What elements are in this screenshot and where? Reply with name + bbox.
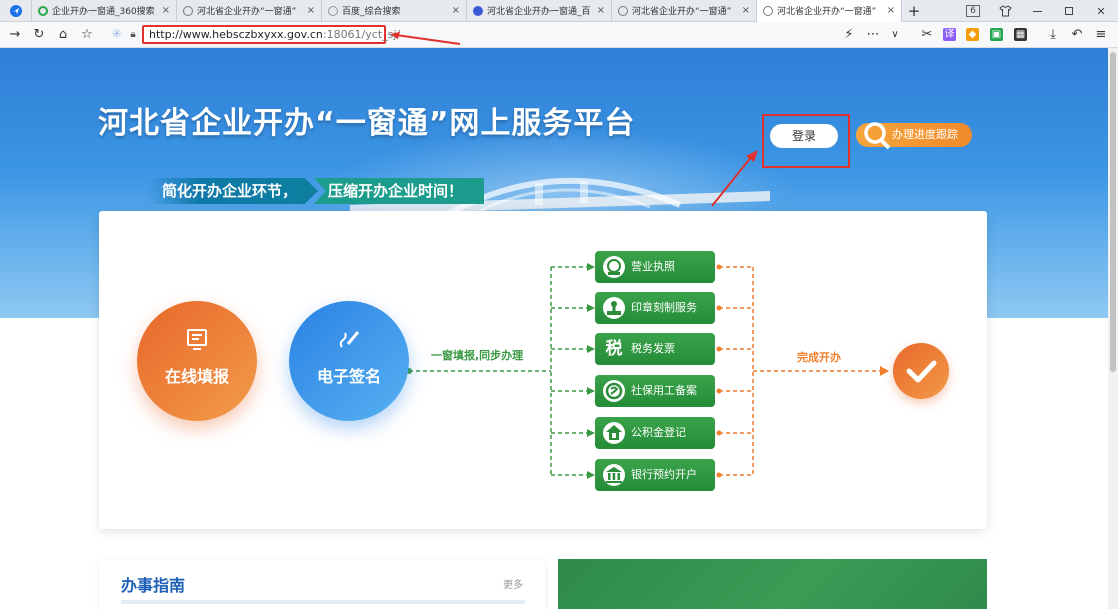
undo-icon[interactable]: ↶ — [1068, 26, 1086, 44]
restore-icon[interactable] — [1056, 0, 1082, 22]
forward-icon[interactable]: → — [6, 26, 24, 44]
service-housing-fund[interactable]: 公积金登记 — [595, 417, 715, 449]
close-window-icon[interactable]: ✕ — [1088, 0, 1114, 22]
service-label: 税务发票 — [631, 342, 675, 355]
apps-grid-icon[interactable]: ▦ — [1014, 28, 1027, 41]
guide-title: 办事指南 — [121, 576, 186, 595]
wechat-icon[interactable]: ▣ — [990, 28, 1003, 41]
service-label: 公积金登记 — [631, 426, 686, 439]
web-page: 河北省企业开办“一窗通”网上服务平台 简化开办企业环节， 压缩开办企业时间！ 登… — [0, 48, 1108, 609]
fox-icon[interactable]: ◆ — [966, 28, 979, 41]
service-label: 社保用工备案 — [631, 384, 697, 397]
connector-label: 一窗填报,同步办理 — [431, 349, 524, 362]
tab-label: 河北省企业开办“一窗通” — [632, 7, 732, 17]
step-online-filing-label: 在线填报 — [164, 367, 229, 386]
tab-1[interactable]: 企业开办一窗通_360搜索 × — [32, 0, 177, 22]
magnifier-icon — [864, 122, 891, 150]
tab-4[interactable]: 河北省企业开办一窗通_百 × — [467, 0, 612, 22]
url-field[interactable]: http://www.hebsczbxyxx.gov.cn:18061/yct_… — [142, 25, 400, 44]
tab-close-icon[interactable]: × — [883, 5, 895, 16]
page-scrollbar[interactable] — [1108, 48, 1118, 609]
service-label: 银行预约开户 — [631, 468, 697, 481]
service-bank-account[interactable]: 银行预约开户 — [595, 459, 715, 491]
tab-close-icon[interactable]: × — [448, 5, 460, 16]
new-tab-button[interactable]: + — [902, 2, 926, 20]
translate-icon[interactable]: 译 — [943, 28, 956, 41]
browser-logo-icon[interactable] — [0, 0, 32, 22]
minimize-icon[interactable] — [1024, 0, 1050, 22]
tab-close-icon[interactable]: × — [158, 5, 170, 16]
scrollbar-thumb[interactable] — [1110, 52, 1116, 372]
tab-label: 河北省企业开办“一窗通” — [197, 7, 297, 17]
skin-icon[interactable] — [992, 0, 1018, 22]
tab-label: 企业开办一窗通_360搜索 — [52, 7, 155, 17]
service-social-security[interactable]: 社保用工备案 — [595, 375, 715, 407]
complete-label: 完成开办 — [797, 351, 841, 364]
tab-5[interactable]: 河北省企业开办“一窗通” × — [612, 0, 757, 22]
tab-6-active[interactable]: 河北省企业开办“一窗通” × — [757, 0, 902, 22]
tab-close-icon[interactable]: × — [738, 5, 750, 16]
login-button[interactable]: 登录 — [770, 124, 838, 148]
baidu-icon — [473, 5, 483, 16]
service-tax-invoice[interactable]: 税 税务发票 — [595, 333, 715, 365]
form-icon — [187, 329, 207, 350]
guide-more-link[interactable]: 更多 — [503, 576, 523, 591]
tab-close-icon[interactable]: × — [303, 5, 315, 16]
annotation-arrow-url — [390, 32, 461, 45]
service-guide-panel: 办事指南 更多 — [99, 559, 545, 609]
scissors-icon[interactable]: ✂ — [918, 26, 936, 44]
green-feature-panel[interactable] — [558, 559, 987, 609]
step-online-filing[interactable]: 在线填报 — [137, 301, 257, 421]
tax-icon: 税 — [605, 339, 623, 359]
site-title: 河北省企业开办“一窗通”网上服务平台 — [98, 106, 636, 141]
favorites-icon[interactable]: ☆ — [78, 26, 96, 44]
home-icon[interactable]: ⌂ — [54, 26, 72, 44]
chevron-down-icon[interactable]: ∨ — [886, 26, 904, 44]
tab-label: 百度_综合搜索 — [342, 7, 401, 17]
service-seal-engraving[interactable]: 印章刻制服务 — [595, 292, 715, 324]
address-bar: → ↻ ⌂ ☆ ✳ 🔒︎ http://www.hebsczbxyxx.gov.… — [0, 22, 1118, 48]
service-label: 印章刻制服务 — [631, 301, 697, 314]
service-label: 营业执照 — [631, 260, 675, 273]
speed-icon[interactable]: ⚡︎ — [840, 26, 858, 44]
tab-2[interactable]: 河北省企业开办“一窗通” × — [177, 0, 322, 22]
step-e-signature[interactable]: 电子签名 — [289, 301, 409, 421]
signature-pen-icon — [339, 331, 360, 348]
complete-check-icon — [893, 343, 949, 399]
tab-count-badge[interactable]: 6 — [960, 0, 986, 22]
social-security-icon — [603, 380, 625, 402]
lock-icon[interactable]: 🔒︎ — [124, 26, 142, 44]
menu-icon[interactable]: ≡ — [1092, 26, 1110, 44]
more-icon[interactable]: ⋯ — [864, 26, 882, 44]
tab-label: 河北省企业开办“一窗通” — [777, 7, 877, 17]
tab-label: 河北省企业开办一窗通_百 — [487, 7, 591, 17]
download-icon[interactable]: ⤓ — [1044, 26, 1062, 44]
search-icon — [328, 5, 338, 16]
search-360-icon — [38, 5, 48, 16]
slogan-compress: 压缩开办企业时间！ — [314, 178, 484, 204]
slogan-simplify: 简化开办企业环节， — [148, 178, 318, 204]
tab-bar: 企业开办一窗通_360搜索 × 河北省企业开办“一窗通” × 百度_综合搜索 ×… — [0, 0, 1118, 22]
globe-icon — [763, 5, 773, 16]
guide-divider — [121, 600, 525, 604]
refresh-icon[interactable]: ↻ — [30, 26, 48, 44]
tab-count: 6 — [966, 5, 980, 17]
annotation-arrow-login — [711, 150, 758, 207]
service-business-license[interactable]: 营业执照 — [595, 251, 715, 283]
tab-3[interactable]: 百度_综合搜索 × — [322, 0, 467, 22]
progress-tracking-button[interactable]: 办理进度跟踪 — [856, 122, 972, 150]
progress-tracking-label: 办理进度跟踪 — [892, 128, 958, 141]
process-card: 在线填报 电子签名 一窗填报,同步办理 完成开办 营业执照 印章刻制服务 税 税… — [99, 211, 987, 529]
license-icon — [603, 256, 625, 278]
url-host: http://www.hebsczbxyxx.gov.cn — [149, 28, 323, 41]
seal-icon — [603, 297, 625, 319]
tab-close-icon[interactable]: × — [593, 5, 605, 16]
step-e-signature-label: 电子签名 — [316, 367, 381, 386]
housing-fund-icon — [603, 422, 625, 444]
bank-icon — [603, 464, 625, 486]
globe-icon — [183, 5, 193, 16]
globe-icon — [618, 5, 628, 16]
